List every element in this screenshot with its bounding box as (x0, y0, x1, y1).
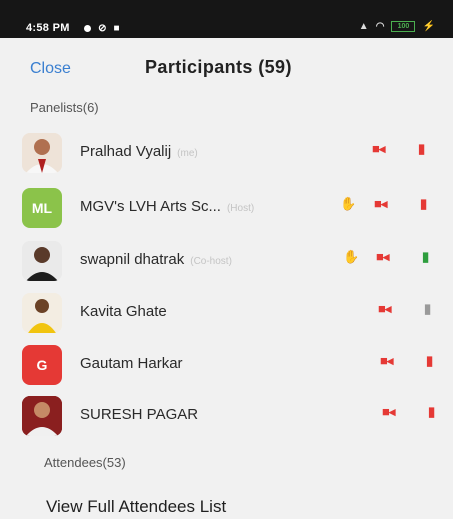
mic-off-icon[interactable]: ▮ (424, 301, 431, 317)
participant-row[interactable]: Pralhad Vyalij (me) ■◂ ▮ (0, 125, 453, 177)
avatar-photo-icon (22, 133, 62, 173)
role-tag: (me) (177, 148, 198, 159)
raised-hand-icon: ✋ (343, 249, 360, 264)
participant-name: MGV's LVH Arts Sc... (Host) (80, 198, 255, 215)
video-off-icon[interactable]: ■◂ (374, 196, 387, 212)
notification-dot-icon (84, 24, 91, 32)
raised-hand-icon: ✋ (340, 196, 357, 211)
participant-row[interactable]: G Gautam Harkar ■◂ ▮ (0, 337, 453, 389)
status-bar: 4:58 PM ⊘ ■ ▲ ◠ 100 ⚡ (0, 0, 453, 38)
mic-icon[interactable]: ▮ (422, 249, 429, 265)
attendees-section-label: Attendees(53) (44, 455, 126, 470)
avatar (22, 241, 62, 281)
participant-name: Pralhad Vyalij (me) (80, 143, 198, 160)
role-tag: (Host) (226, 203, 255, 214)
mic-muted-icon[interactable]: ▮ (420, 196, 427, 212)
view-full-attendees-button[interactable]: View Full Attendees List (46, 497, 226, 517)
mic-muted-icon[interactable]: ▮ (428, 404, 435, 420)
avatar (22, 133, 62, 173)
role-tag: (Co-host) (190, 256, 232, 267)
video-off-icon[interactable]: ■◂ (380, 353, 393, 369)
participant-name: swapnil dhatrak (Co-host) (80, 251, 232, 268)
mic-muted-icon[interactable]: ▮ (426, 353, 433, 369)
page-title: Participants (59) (145, 57, 292, 77)
video-off-icon[interactable]: ■◂ (372, 141, 385, 157)
avatar-photo-icon (22, 241, 62, 281)
video-off-icon[interactable]: ■◂ (378, 301, 391, 317)
avatar (22, 293, 62, 333)
participant-row[interactable]: Kavita Ghate ■◂ ▮ (0, 285, 453, 337)
video-off-icon[interactable]: ■◂ (376, 249, 389, 265)
video-notification-icon: ■ (113, 22, 120, 34)
status-right-icons: ▲ ◠ 100 ⚡ (355, 20, 435, 32)
data-saver-icon: ⊘ (98, 22, 107, 34)
battery-icon: 100 (391, 20, 416, 32)
avatar: ML (22, 188, 62, 228)
avatar-photo-icon (22, 396, 62, 436)
participant-name: SURESH PAGAR (80, 406, 199, 423)
avatar: G (22, 345, 62, 385)
participant-row[interactable]: SURESH PAGAR ■◂ ▮ (0, 388, 453, 440)
close-button[interactable]: Close (30, 60, 71, 78)
participant-name: Gautam Harkar (80, 355, 183, 372)
avatar-photo-icon (22, 293, 62, 333)
status-notification-icons: ⊘ ■ (80, 22, 120, 34)
signal-icon: ▲ (358, 20, 369, 32)
participant-row[interactable]: swapnil dhatrak (Co-host) ✋ ■◂ ▮ (0, 233, 453, 285)
panelists-section-label: Panelists(6) (30, 100, 99, 115)
wifi-icon: ◠ (375, 20, 385, 32)
charging-icon: ⚡ (422, 20, 435, 32)
participant-row[interactable]: ML MGV's LVH Arts Sc... (Host) ✋ ■◂ ▮ (0, 180, 453, 232)
video-off-icon[interactable]: ■◂ (382, 404, 395, 420)
status-time: 4:58 PM (26, 22, 70, 34)
avatar (22, 396, 62, 436)
mic-muted-icon[interactable]: ▮ (418, 141, 425, 157)
header: Close Participants (59) (0, 40, 453, 92)
participant-name: Kavita Ghate (80, 303, 167, 320)
